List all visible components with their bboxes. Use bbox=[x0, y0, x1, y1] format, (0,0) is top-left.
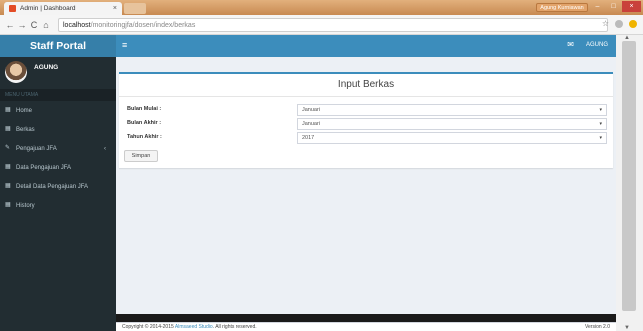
sidebar-item-label: Data Pengajuan JFA bbox=[16, 164, 72, 171]
grid-icon: ▦ bbox=[5, 202, 11, 208]
browser-tab[interactable]: Admin | Dashboard × bbox=[4, 2, 122, 15]
bulan-mulai-label: Bulan Mulai : bbox=[127, 106, 162, 112]
url-input[interactable]: localhost /monitoringjfa/dosen/index/ber… bbox=[58, 18, 608, 32]
reload-icon[interactable]: C bbox=[28, 20, 40, 30]
sidebar: AGUNG MENU UTAMA ▦ Home ▦ Berkas ✎ Penga… bbox=[0, 57, 116, 331]
app-logo[interactable]: Staff Portal bbox=[0, 35, 116, 57]
sidebar-menu: ▦ Home ▦ Berkas ✎ Pengajuan JFA ‹ ▦ Data… bbox=[0, 101, 116, 215]
url-host: localhost bbox=[63, 21, 91, 29]
sidebar-item-label: Home bbox=[16, 107, 33, 114]
main-content: Input Berkas Bulan Mulai : Januari ▾ Bul… bbox=[116, 57, 616, 322]
sidebar-item-history[interactable]: ▦ History bbox=[0, 196, 116, 215]
forward-icon[interactable]: → bbox=[16, 20, 28, 30]
sidebar-item-label: Berkas bbox=[16, 126, 35, 133]
bulan-mulai-select[interactable]: Januari ▾ bbox=[297, 104, 607, 116]
bookmark-star-icon[interactable]: ☆ bbox=[602, 19, 609, 28]
form-title: Input Berkas bbox=[337, 79, 395, 90]
footer-copyright: Copyright © 2014-2015 bbox=[122, 324, 175, 330]
grid-icon: ▦ bbox=[5, 164, 11, 170]
sidebar-item-label: History bbox=[16, 202, 35, 209]
scroll-down-icon[interactable]: ▼ bbox=[624, 325, 630, 331]
url-path: /monitoringjfa/dosen/index/berkas bbox=[90, 21, 196, 29]
grid-icon: ▦ bbox=[5, 183, 11, 189]
sidebar-item-berkas[interactable]: ▦ Berkas bbox=[0, 120, 116, 139]
top-navbar: ≡ ✉ AGUNG bbox=[116, 35, 616, 57]
home-icon[interactable]: ⌂ bbox=[40, 20, 52, 30]
sidebar-item-label: Pengajuan JFA bbox=[16, 145, 57, 152]
sidebar-item-pengajuan-jfa[interactable]: ✎ Pengajuan JFA ‹ bbox=[0, 139, 116, 158]
menu-toggle-icon[interactable]: ≡ bbox=[122, 40, 127, 50]
back-icon[interactable]: ← bbox=[4, 20, 16, 30]
chevron-down-icon: ▾ bbox=[599, 107, 602, 113]
user-menu[interactable]: AGUNG bbox=[586, 42, 608, 48]
grid-icon: ▦ bbox=[5, 107, 11, 113]
sidebar-item-home[interactable]: ▦ Home bbox=[0, 101, 116, 120]
select-value: Januari bbox=[302, 121, 321, 127]
form-row-bulan-akhir: Bulan Akhir : Januari ▾ bbox=[119, 118, 613, 131]
sidebar-username: AGUNG bbox=[34, 64, 59, 71]
minimize-button[interactable]: – bbox=[590, 1, 605, 12]
footer-rights: . All rights reserved. bbox=[212, 324, 257, 330]
form-row-bulan-mulai: Bulan Mulai : Januari ▾ bbox=[119, 104, 613, 117]
sidebar-item-label: Detail Data Pengajuan JFA bbox=[16, 183, 89, 190]
bulan-akhir-select[interactable]: Januari ▾ bbox=[297, 118, 607, 130]
address-bar: ← → C ⌂ localhost /monitoringjfa/dosen/i… bbox=[0, 15, 643, 35]
maximize-button[interactable]: □ bbox=[606, 1, 621, 12]
bulan-akhir-label: Bulan Akhir : bbox=[127, 120, 162, 126]
tahun-akhir-select[interactable]: 2017 ▾ bbox=[297, 132, 607, 144]
user-panel: AGUNG bbox=[0, 57, 116, 87]
browser-profile-chip[interactable]: Agung Kurniawan bbox=[536, 3, 588, 12]
chevron-down-icon: ▾ bbox=[599, 121, 602, 127]
edit-icon: ✎ bbox=[5, 145, 11, 151]
simpan-button[interactable]: Simpan bbox=[124, 150, 158, 162]
extension-icon[interactable] bbox=[615, 20, 623, 28]
new-tab-button[interactable] bbox=[124, 3, 146, 14]
chevron-down-icon: ▾ bbox=[599, 135, 602, 141]
window-controls: – □ × bbox=[590, 1, 641, 12]
footer: Copyright © 2014-2015 Almsaeed Studio. A… bbox=[116, 322, 616, 331]
select-value: 2017 bbox=[302, 135, 315, 141]
input-berkas-form: Input Berkas Bulan Mulai : Januari ▾ Bul… bbox=[119, 72, 613, 168]
mail-icon[interactable]: ✉ bbox=[567, 40, 574, 49]
footer-version: Version 2.0 bbox=[584, 324, 610, 330]
content-bottom-edge bbox=[116, 314, 616, 322]
tahun-akhir-label: Tahun Akhir : bbox=[127, 134, 162, 140]
select-value: Januari bbox=[302, 107, 321, 113]
avatar bbox=[5, 61, 27, 83]
tab-title: Admin | Dashboard bbox=[20, 5, 76, 12]
browser-tab-strip: Admin | Dashboard × Agung Kurniawan – □ … bbox=[0, 0, 643, 15]
sidebar-item-detail-data-pengajuan-jfa[interactable]: ▦ Detail Data Pengajuan JFA bbox=[0, 177, 116, 196]
chevron-left-icon: ‹ bbox=[104, 145, 106, 152]
form-row-tahun-akhir: Tahun Akhir : 2017 ▾ bbox=[119, 132, 613, 145]
favicon-icon bbox=[9, 5, 16, 12]
menu-header: MENU UTAMA bbox=[0, 89, 116, 101]
extension-icon[interactable] bbox=[629, 20, 637, 28]
footer-link[interactable]: Almsaeed Studio bbox=[175, 324, 213, 330]
sidebar-item-data-pengajuan-jfa[interactable]: ▦ Data Pengajuan JFA bbox=[0, 158, 116, 177]
divider bbox=[119, 96, 613, 97]
grid-icon: ▦ bbox=[5, 126, 11, 132]
scrollbar-thumb[interactable] bbox=[622, 41, 636, 311]
tab-close-icon[interactable]: × bbox=[113, 5, 117, 12]
scrollbar[interactable]: ▲ ▼ bbox=[616, 35, 643, 331]
window-close-button[interactable]: × bbox=[622, 1, 641, 12]
